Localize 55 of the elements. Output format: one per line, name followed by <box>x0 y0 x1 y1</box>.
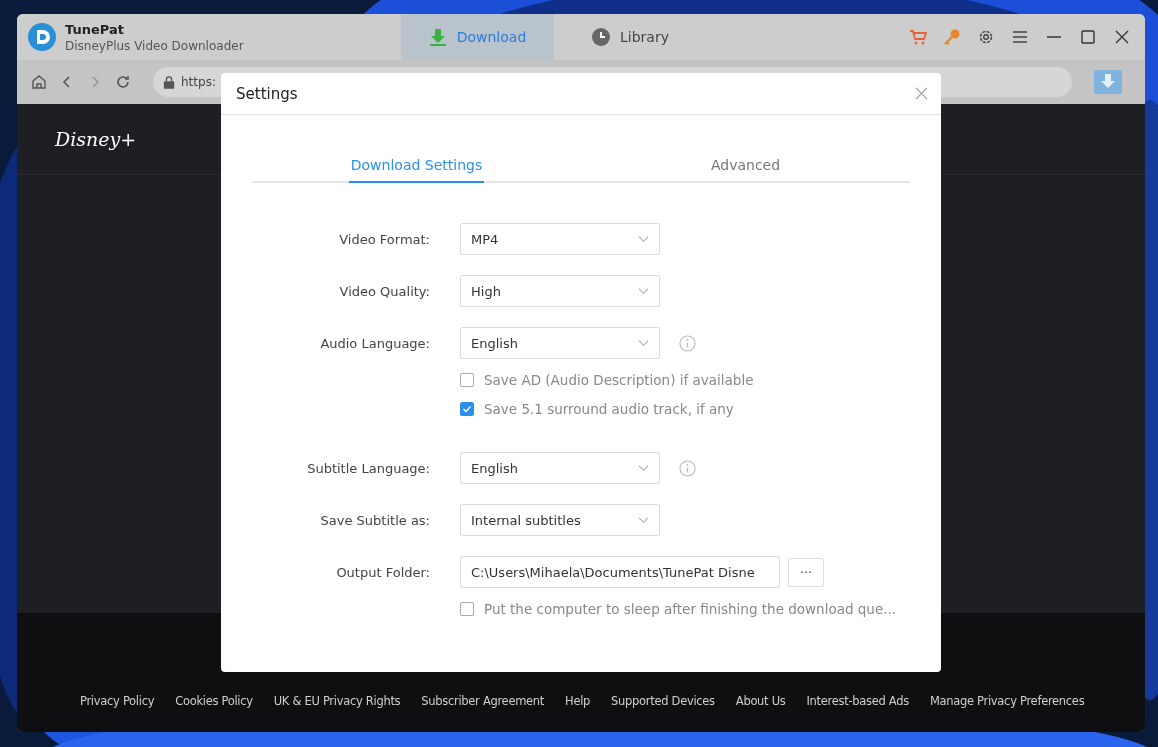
dialog-title: Settings <box>236 84 298 103</box>
footer-link[interactable]: UK & EU Privacy Rights <box>273 694 401 708</box>
footer-link[interactable]: Privacy Policy <box>80 694 155 708</box>
main-tab[interactable]: Library <box>554 14 707 60</box>
checkbox-label: Save 5.1 surround audio track, if any <box>484 401 734 417</box>
download-icon <box>428 28 447 46</box>
chevron-icon <box>638 287 649 295</box>
browse-button[interactable]: ··· <box>788 557 824 587</box>
video-download-icon[interactable] <box>1094 70 1122 94</box>
field-label: Save Subtitle as: <box>319 512 430 528</box>
close-icon[interactable] <box>1113 28 1131 46</box>
checkbox[interactable] <box>460 373 474 387</box>
field-label: Subtitle Language: <box>306 460 430 476</box>
clock-icon <box>592 28 610 46</box>
maximize-icon[interactable] <box>1079 28 1097 46</box>
checkbox-label: Put the computer to sleep after finishing the download que... <box>484 601 897 617</box>
reload-icon[interactable] <box>115 74 131 90</box>
footer-link[interactable]: Help <box>565 694 591 708</box>
chevron-icon <box>638 516 649 524</box>
footer-link[interactable]: Interest-based Ads <box>806 694 909 708</box>
site-logo[interactable]: Disney+ <box>55 128 137 150</box>
footer-link[interactable]: Subscriber Agreement <box>421 694 545 708</box>
info-icon[interactable] <box>679 459 696 477</box>
dropdown[interactable]: English <box>460 327 660 359</box>
cart-icon[interactable] <box>909 28 927 46</box>
checkmark-icon <box>461 403 473 415</box>
app-name: TunePat <box>65 21 125 37</box>
field-label: Output Folder: <box>335 564 430 580</box>
field-label: Audio Language: <box>319 335 430 351</box>
checkbox[interactable] <box>460 402 474 416</box>
home-icon[interactable] <box>31 74 47 90</box>
dropdown[interactable]: MP4 <box>460 223 660 255</box>
field-label: Video Quality: <box>338 283 430 299</box>
footer-link[interactable]: Manage Privacy Preferences <box>929 694 1085 708</box>
dropdown[interactable]: English <box>460 452 660 484</box>
lock-icon <box>163 75 175 89</box>
app-subtitle: DisneyPlus Video Downloader <box>65 38 244 53</box>
checkbox[interactable] <box>460 602 474 616</box>
footer-link[interactable]: About Us <box>735 694 786 708</box>
app-logo-icon <box>28 23 56 51</box>
chevron-icon <box>638 235 649 243</box>
key-icon[interactable] <box>943 28 961 46</box>
footer-link[interactable]: Supported Devices <box>611 694 715 708</box>
field-label: Video Format: <box>338 231 430 247</box>
folder-path-field[interactable]: C:\Users\Mihaela\Documents\TunePat Disne <box>460 556 780 588</box>
menu-icon[interactable] <box>1011 28 1029 46</box>
dropdown[interactable]: Internal subtitles <box>460 504 660 536</box>
info-icon[interactable] <box>679 334 696 352</box>
settings-icon[interactable] <box>977 28 995 46</box>
checkbox-label: Save AD (Audio Description) if available <box>484 372 754 388</box>
chevron-icon <box>638 464 649 472</box>
chevron-icon <box>638 339 649 347</box>
footer-link[interactable]: Cookies Policy <box>175 694 253 708</box>
settings-tab[interactable]: Advanced <box>708 157 783 183</box>
dropdown[interactable]: High <box>460 275 660 307</box>
